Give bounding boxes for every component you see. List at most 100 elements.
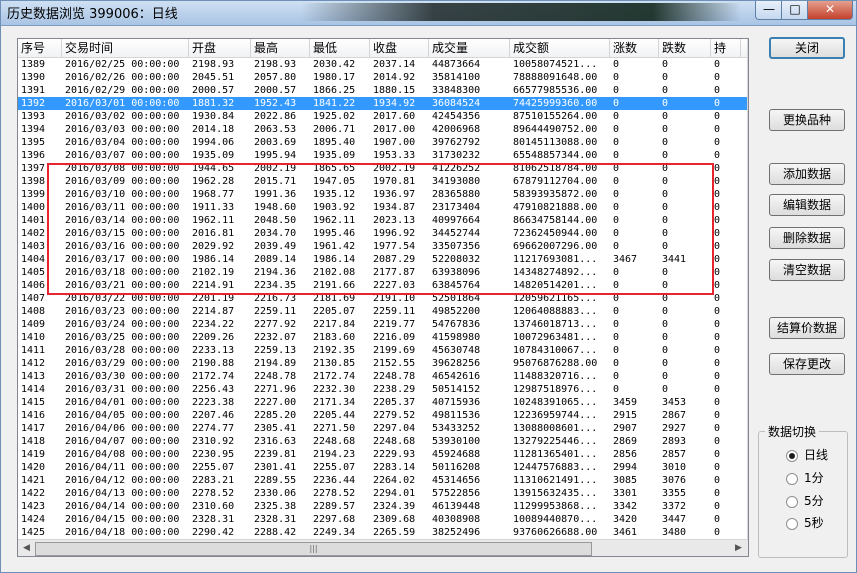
history-data-table[interactable]: 序号 交易时间 开盘 最高 最低 收盘 成交量 成交额 涨数 跌数持 1389 2016/02/25… [17,38,749,557]
table-cell: 47910821888.00 [513,202,598,213]
minimize-button[interactable]: — [755,1,783,20]
radio-button-icon[interactable] [786,495,798,508]
table-cell: 0 [714,514,721,525]
table-cell: 1419 [21,449,46,460]
table-row[interactable]: 1409 2016/03/24 00:00:00 2234.22 2277.92 221… [18,318,748,331]
table-row[interactable]: 1422 2016/04/13 00:00:00 2278.52 2330.06 227… [18,487,748,500]
table-row[interactable]: 1425 2016/04/18 00:00:00 2290.42 2288.42 224… [18,526,748,539]
column-header[interactable]: 序号 [18,39,62,57]
table-cell: 2014.92 [373,72,416,83]
table-cell: 2236.44 [313,475,356,486]
table-row[interactable]: 1391 2016/02/29 00:00:00 2000.57 2000.57 186… [18,84,748,97]
radio-button-icon[interactable] [786,517,798,530]
column-header[interactable]: 最低 [310,39,370,57]
table-row[interactable]: 1406 2016/03/21 00:00:00 2214.91 2234.35 219… [18,279,748,292]
column-header[interactable]: 成交量 [429,39,510,57]
table-row[interactable]: 1411 2016/03/28 00:00:00 2233.13 2259.13 219… [18,344,748,357]
clear-data-button[interactable]: 清空数据 [769,259,845,281]
column-header[interactable]: 开盘 [189,39,251,57]
table-row[interactable]: 1400 2016/03/11 00:00:00 1911.33 1948.60 190… [18,201,748,214]
data-switch-option[interactable]: 1分 [786,470,824,486]
change-variety-button[interactable]: 更换品种 [769,109,845,131]
table-cell: 1424 [21,514,46,525]
table-row[interactable]: 1410 2016/03/25 00:00:00 2209.26 2232.07 218… [18,331,748,344]
table-row[interactable]: 1395 2016/03/04 00:00:00 1994.06 2003.69 189… [18,136,748,149]
data-switch-option[interactable]: 日线 [786,447,828,463]
table-cell: 2087.29 [373,254,416,265]
radio-button-icon[interactable] [786,472,798,485]
table-row[interactable]: 1419 2016/04/08 00:00:00 2230.95 2239.81 219… [18,448,748,461]
table-cell: 2016/03/21 00:00:00 [65,280,180,291]
table-row[interactable]: 1412 2016/03/29 00:00:00 2190.88 2194.89 213… [18,357,748,370]
table-row[interactable]: 1404 2016/03/17 00:00:00 1986.14 2089.14 198… [18,253,748,266]
scroll-right-arrow-icon[interactable]: ▶ [730,543,747,553]
column-header[interactable]: 持 [711,39,741,57]
table-row[interactable]: 1390 2016/02/26 00:00:00 2045.51 2057.80 198… [18,71,748,84]
table-row[interactable]: 1413 2016/03/30 00:00:00 2172.74 2248.78 217… [18,370,748,383]
delete-data-button[interactable]: 删除数据 [769,227,845,249]
table-row[interactable]: 1416 2016/04/05 00:00:00 2207.46 2285.20 220… [18,409,748,422]
table-row[interactable]: 1408 2016/03/23 00:00:00 2214.87 2259.11 220… [18,305,748,318]
column-header[interactable]: 收盘 [370,39,429,57]
table-row[interactable]: 1424 2016/04/15 00:00:00 2328.31 2328.31 229… [18,513,748,526]
maximize-button[interactable]: □ [781,1,809,20]
column-header[interactable]: 跌数 [659,39,711,57]
table-cell: 2192.35 [313,345,356,356]
scroll-up-arrow-icon[interactable]: ▲ [748,42,749,52]
table-row[interactable]: 1389 2016/02/25 00:00:00 2198.93 2198.93 203… [18,58,748,71]
table-body[interactable]: 1389 2016/02/25 00:00:00 2198.93 2198.93 203… [18,58,748,539]
column-header[interactable]: 最高 [251,39,310,57]
title-bar[interactable]: 历史数据浏览 399006：日线 — □ ✕ [1,1,856,26]
table-cell: 2016/03/23 00:00:00 [65,306,180,317]
horizontal-scroll-thumb[interactable]: ||| [35,542,592,556]
settlement-price-data-button[interactable]: 结算价数据 [769,317,845,339]
scroll-down-arrow-icon[interactable]: ▼ [748,524,749,534]
table-cell: 1400 [21,202,46,213]
table-row[interactable]: 1417 2016/04/06 00:00:00 2274.77 2305.41 227… [18,422,748,435]
table-cell: 0 [662,72,669,83]
edit-data-button[interactable]: 编辑数据 [769,194,845,216]
table-row[interactable]: 1407 2016/03/22 00:00:00 2201.19 2216.73 218… [18,292,748,305]
table-row[interactable]: 1393 2016/03/02 00:00:00 1930.84 2022.86 192… [18,110,748,123]
table-cell: 2016/03/29 00:00:00 [65,358,180,369]
radio-button-icon[interactable] [786,449,798,462]
table-row[interactable]: 1401 2016/03/14 00:00:00 1962.11 2048.50 196… [18,214,748,227]
table-row[interactable]: 1405 2016/03/18 00:00:00 2102.19 2194.36 210… [18,266,748,279]
column-header[interactable]: 涨数 [610,39,659,57]
save-changes-button[interactable]: 保存更改 [769,353,845,375]
table-row[interactable]: 1415 2016/04/01 00:00:00 2223.38 2227.00 217… [18,396,748,409]
table-row[interactable]: 1421 2016/04/12 00:00:00 2283.21 2289.55 223… [18,474,748,487]
close-button[interactable]: 关闭 [769,37,845,59]
table-row[interactable]: 1397 2016/03/08 00:00:00 1944.65 2002.19 186… [18,162,748,175]
table-row[interactable]: 1394 2016/03/03 00:00:00 2014.18 2063.53 200… [18,123,748,136]
table-row[interactable]: 1420 2016/04/11 00:00:00 2255.07 2301.41 225… [18,461,748,474]
table-row[interactable]: 1396 2016/03/07 00:00:00 1935.09 1995.94 193… [18,149,748,162]
table-cell: 2016/04/12 00:00:00 [65,475,180,486]
table-cell: 1397 [21,163,46,174]
table-row[interactable]: 1423 2016/04/14 00:00:00 2310.60 2325.38 228… [18,500,748,513]
horizontal-scrollbar[interactable]: ◀ ||| ▶ [18,539,748,556]
scroll-left-arrow-icon[interactable]: ◀ [18,543,35,553]
table-cell: 2002.19 [373,163,416,174]
table-row[interactable]: 1418 2016/04/07 00:00:00 2310.92 2316.63 224… [18,435,748,448]
table-row[interactable]: 1399 2016/03/10 00:00:00 1968.77 1991.36 193… [18,188,748,201]
window-close-button[interactable]: ✕ [807,1,853,20]
table-cell: 36084524 [432,98,481,109]
table-row[interactable]: 1402 2016/03/15 00:00:00 2016.81 2034.70 199… [18,227,748,240]
table-cell: 1977.54 [373,241,416,252]
table-cell: 2234.22 [192,319,235,330]
table-row[interactable]: 1403 2016/03/16 00:00:00 2029.92 2039.49 196… [18,240,748,253]
table-cell: 0 [714,267,721,278]
column-header[interactable]: 交易时间 [62,39,189,57]
table-cell: 2016/04/01 00:00:00 [65,397,180,408]
table-row[interactable]: 1414 2016/03/31 00:00:00 2256.43 2271.96 223… [18,383,748,396]
data-switch-option[interactable]: 5分 [786,493,824,509]
table-cell: 0 [714,228,721,239]
add-data-button[interactable]: 添加数据 [769,163,845,185]
vertical-scrollbar[interactable]: ▲ ▼ [747,39,749,539]
table-cell: 0 [662,163,669,174]
table-row[interactable]: 1398 2016/03/09 00:00:00 1962.28 2015.71 194… [18,175,748,188]
table-row[interactable]: 1392 2016/03/01 00:00:00 1881.32 1952.43 184… [18,97,748,110]
column-header[interactable]: 成交额 [510,39,610,57]
data-switch-option[interactable]: 5秒 [786,515,824,531]
